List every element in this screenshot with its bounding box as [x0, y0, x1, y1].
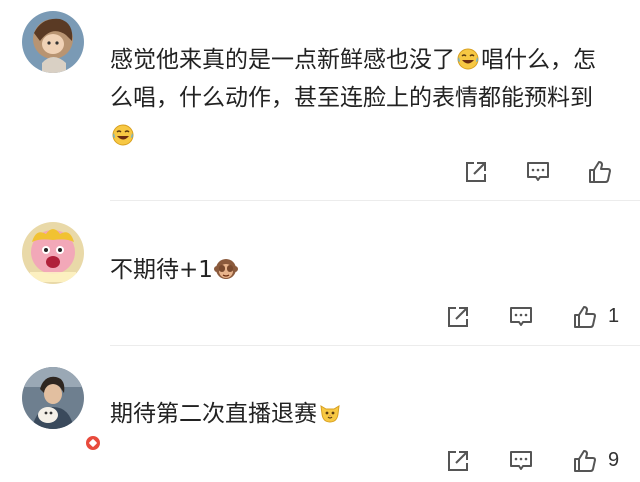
- comment-text: 期待第二次直播退赛: [110, 395, 614, 433]
- like-button[interactable]: [571, 303, 599, 331]
- like-count: 9: [608, 449, 620, 471]
- like-button[interactable]: [571, 447, 599, 475]
- reply-button[interactable]: [507, 447, 535, 475]
- thumbs-up-icon: [574, 306, 596, 328]
- like-count: 1: [608, 305, 620, 327]
- comment-item: 期待第二次直播退赛 9: [0, 345, 640, 482]
- thumbs-up-icon: [589, 161, 611, 183]
- share-button[interactable]: [444, 303, 472, 331]
- comment-actions: 9: [0, 441, 640, 481]
- cat-face-icon: [318, 399, 342, 423]
- comment-item: 不期待+1 1: [0, 200, 640, 345]
- thumbs-up-icon: [574, 450, 596, 472]
- share-button[interactable]: [462, 158, 490, 186]
- comment-icon: [510, 307, 532, 326]
- comment-text: 感觉他来真的是一点新鲜感也没了 唱什么，怎么唱，什么动作，甚至连脸上的表情都能预料…: [110, 41, 614, 155]
- comment-text-part: 期待第二次直播退赛: [110, 401, 317, 427]
- comment-text: 不期待+1: [110, 251, 614, 289]
- share-icon: [448, 307, 468, 327]
- comment-actions: 1: [0, 297, 640, 337]
- share-button[interactable]: [444, 447, 472, 475]
- comment-text-part: 感觉他来真的是一点新鲜感也没了: [110, 47, 455, 73]
- comment-icon: [527, 162, 549, 181]
- reply-button[interactable]: [524, 158, 552, 186]
- avatar[interactable]: [22, 222, 84, 284]
- like-button[interactable]: [586, 158, 614, 186]
- share-icon: [448, 451, 468, 471]
- laughing-crying-emoji-icon: [111, 121, 135, 146]
- avatar[interactable]: [22, 11, 84, 73]
- reply-button[interactable]: [507, 303, 535, 331]
- see-no-evil-monkey-icon: [213, 255, 238, 279]
- share-icon: [466, 162, 486, 182]
- comment-text-part: 不期待+1: [110, 257, 213, 283]
- comment-actions: [0, 152, 640, 192]
- laughing-crying-emoji-icon: [456, 45, 480, 70]
- comment-icon: [510, 451, 532, 470]
- avatar[interactable]: [22, 367, 102, 452]
- comment-item: 感觉他来真的是一点新鲜感也没了 唱什么，怎么唱，什么动作，甚至连脸上的表情都能预料…: [0, 0, 640, 200]
